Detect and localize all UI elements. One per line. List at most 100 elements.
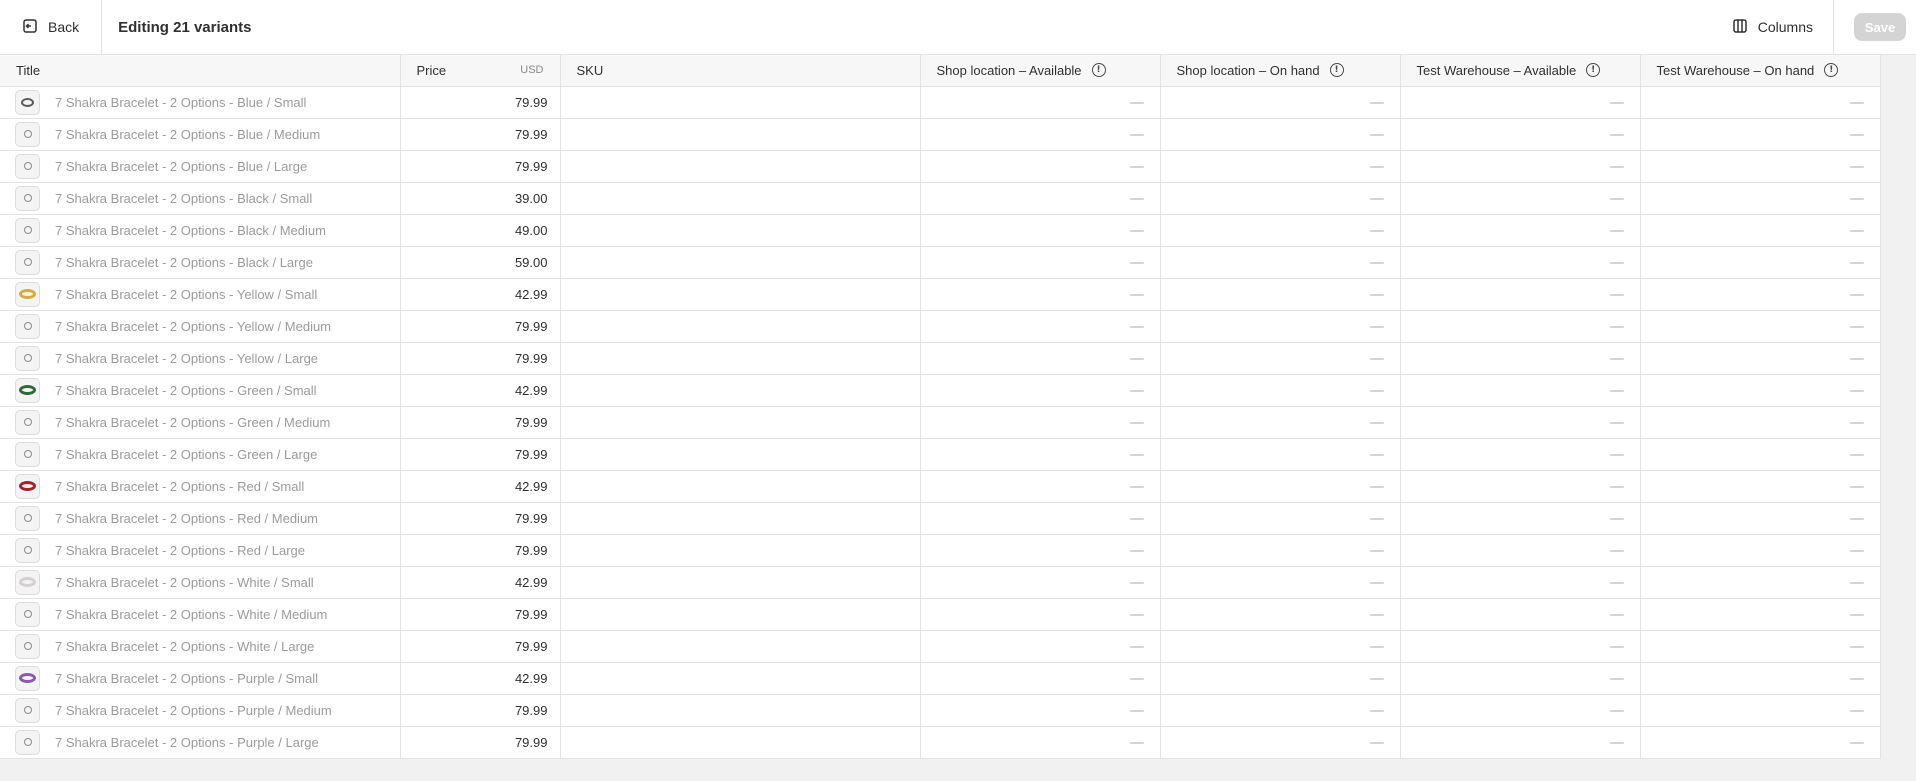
warehouse-available-cell[interactable] [1400,598,1641,631]
price-cell[interactable]: 39.00 [400,182,561,215]
warehouse-available-cell[interactable] [1400,726,1641,759]
info-icon[interactable]: ! [1824,63,1839,78]
title-cell[interactable]: 7 Shakra Bracelet - 2 Options - Red / Sm… [0,470,401,503]
shop-on-hand-cell[interactable] [1160,726,1401,759]
shop-available-cell[interactable] [920,694,1161,727]
title-cell[interactable]: 7 Shakra Bracelet - 2 Options - Blue / L… [0,150,401,183]
sku-cell[interactable] [560,694,921,727]
shop-on-hand-cell[interactable] [1160,438,1401,471]
shop-on-hand-cell[interactable] [1160,342,1401,375]
shop-available-cell[interactable] [920,310,1161,343]
shop-available-cell[interactable] [920,118,1161,151]
shop-available-cell[interactable] [920,278,1161,311]
column-header-price[interactable]: Price USD [400,55,561,87]
column-header-warehouse-available[interactable]: Test Warehouse – Available! [1400,55,1641,87]
info-icon[interactable]: ! [1329,63,1344,78]
title-cell[interactable]: 7 Shakra Bracelet - 2 Options - Green / … [0,406,401,439]
sku-cell[interactable] [560,310,921,343]
warehouse-available-cell[interactable] [1400,438,1641,471]
sku-cell[interactable] [560,470,921,503]
sku-cell[interactable] [560,86,921,119]
shop-on-hand-cell[interactable] [1160,662,1401,695]
sku-cell[interactable] [560,118,921,151]
title-cell[interactable]: 7 Shakra Bracelet - 2 Options - Purple /… [0,694,401,727]
shop-on-hand-cell[interactable] [1160,86,1401,119]
price-cell[interactable]: 79.99 [400,86,561,119]
sku-cell[interactable] [560,534,921,567]
column-header-sku[interactable]: SKU [560,55,921,87]
warehouse-on-hand-cell[interactable] [1640,470,1881,503]
warehouse-on-hand-cell[interactable] [1640,598,1881,631]
price-cell[interactable]: 79.99 [400,406,561,439]
shop-available-cell[interactable] [920,534,1161,567]
price-cell[interactable]: 42.99 [400,374,561,407]
shop-available-cell[interactable] [920,406,1161,439]
sku-cell[interactable] [560,342,921,375]
warehouse-available-cell[interactable] [1400,118,1641,151]
sku-cell[interactable] [560,726,921,759]
shop-on-hand-cell[interactable] [1160,310,1401,343]
shop-available-cell[interactable] [920,182,1161,215]
shop-available-cell[interactable] [920,150,1161,183]
shop-available-cell[interactable] [920,662,1161,695]
column-header-shop-on-hand[interactable]: Shop location – On hand! [1160,55,1401,87]
warehouse-available-cell[interactable] [1400,86,1641,119]
title-cell[interactable]: 7 Shakra Bracelet - 2 Options - Black / … [0,182,401,215]
price-cell[interactable]: 79.99 [400,502,561,535]
title-cell[interactable]: 7 Shakra Bracelet - 2 Options - Purple /… [0,662,401,695]
shop-on-hand-cell[interactable] [1160,374,1401,407]
warehouse-available-cell[interactable] [1400,342,1641,375]
warehouse-on-hand-cell[interactable] [1640,246,1881,279]
sku-cell[interactable] [560,246,921,279]
columns-button[interactable]: Columns [1712,0,1834,55]
shop-on-hand-cell[interactable] [1160,534,1401,567]
price-cell[interactable]: 79.99 [400,630,561,663]
warehouse-on-hand-cell[interactable] [1640,342,1881,375]
price-cell[interactable]: 42.99 [400,470,561,503]
title-cell[interactable]: 7 Shakra Bracelet - 2 Options - Blue / S… [0,86,401,119]
info-icon[interactable]: ! [1091,63,1106,78]
shop-available-cell[interactable] [920,342,1161,375]
warehouse-on-hand-cell[interactable] [1640,694,1881,727]
warehouse-available-cell[interactable] [1400,150,1641,183]
shop-on-hand-cell[interactable] [1160,598,1401,631]
warehouse-available-cell[interactable] [1400,246,1641,279]
warehouse-available-cell[interactable] [1400,470,1641,503]
title-cell[interactable]: 7 Shakra Bracelet - 2 Options - White / … [0,630,401,663]
back-button[interactable]: Back [0,0,103,55]
title-cell[interactable]: 7 Shakra Bracelet - 2 Options - Red / La… [0,534,401,567]
warehouse-available-cell[interactable] [1400,406,1641,439]
price-cell[interactable]: 79.99 [400,118,561,151]
price-cell[interactable]: 42.99 [400,662,561,695]
warehouse-on-hand-cell[interactable] [1640,662,1881,695]
sku-cell[interactable] [560,278,921,311]
shop-available-cell[interactable] [920,566,1161,599]
warehouse-available-cell[interactable] [1400,534,1641,567]
warehouse-on-hand-cell[interactable] [1640,214,1881,247]
price-cell[interactable]: 79.99 [400,726,561,759]
shop-available-cell[interactable] [920,630,1161,663]
title-cell[interactable]: 7 Shakra Bracelet - 2 Options - White / … [0,566,401,599]
shop-on-hand-cell[interactable] [1160,470,1401,503]
sku-cell[interactable] [560,630,921,663]
title-cell[interactable]: 7 Shakra Bracelet - 2 Options - Blue / M… [0,118,401,151]
sku-cell[interactable] [560,438,921,471]
shop-available-cell[interactable] [920,598,1161,631]
sku-cell[interactable] [560,374,921,407]
title-cell[interactable]: 7 Shakra Bracelet - 2 Options - Yellow /… [0,342,401,375]
price-cell[interactable]: 79.99 [400,534,561,567]
shop-on-hand-cell[interactable] [1160,214,1401,247]
title-cell[interactable]: 7 Shakra Bracelet - 2 Options - Black / … [0,246,401,279]
column-header-shop-available[interactable]: Shop location – Available! [920,55,1161,87]
warehouse-on-hand-cell[interactable] [1640,278,1881,311]
warehouse-on-hand-cell[interactable] [1640,502,1881,535]
shop-available-cell[interactable] [920,86,1161,119]
price-cell[interactable]: 49.00 [400,214,561,247]
shop-on-hand-cell[interactable] [1160,406,1401,439]
warehouse-on-hand-cell[interactable] [1640,726,1881,759]
sku-cell[interactable] [560,662,921,695]
title-cell[interactable]: 7 Shakra Bracelet - 2 Options - Black / … [0,214,401,247]
warehouse-available-cell[interactable] [1400,662,1641,695]
warehouse-on-hand-cell[interactable] [1640,374,1881,407]
shop-available-cell[interactable] [920,214,1161,247]
